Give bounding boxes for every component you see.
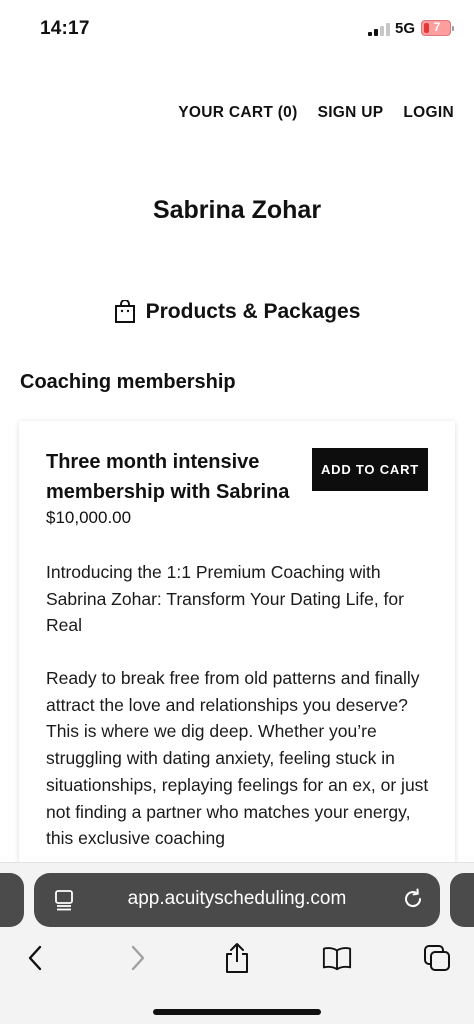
home-indicator[interactable] bbox=[153, 1009, 321, 1015]
category-title: Coaching membership bbox=[20, 371, 236, 393]
browser-chrome: app.acuityscheduling.com bbox=[0, 862, 474, 1024]
network-type: 5G bbox=[395, 20, 416, 37]
section-title: Products & Packages bbox=[145, 300, 361, 323]
product-card: Three month intensive membership with Sa… bbox=[19, 421, 455, 881]
product-price: $10,000.00 bbox=[46, 508, 132, 527]
shopping-bag-icon bbox=[114, 300, 135, 323]
back-icon bbox=[28, 945, 42, 971]
previous-tab-peek[interactable] bbox=[0, 873, 24, 927]
login-link[interactable]: LOGIN bbox=[403, 104, 454, 122]
bookmarks-icon bbox=[322, 947, 352, 971]
sign-up-link[interactable]: SIGN UP bbox=[318, 104, 384, 122]
forward-button[interactable] bbox=[123, 943, 153, 973]
bookmarks-button[interactable] bbox=[322, 943, 352, 973]
product-description-intro: Introducing the 1:1 Premium Coaching wit… bbox=[46, 562, 404, 636]
back-button[interactable] bbox=[20, 943, 50, 973]
share-icon bbox=[226, 943, 248, 973]
your-cart-link[interactable]: YOUR CART (0) bbox=[178, 104, 297, 122]
reload-icon[interactable] bbox=[402, 888, 424, 910]
browser-toolbar bbox=[0, 943, 474, 979]
share-button[interactable] bbox=[222, 943, 252, 973]
battery-level: 7 bbox=[433, 20, 441, 34]
product-title: Three month intensive membership with Sa… bbox=[46, 451, 290, 503]
cellular-signal-icon bbox=[368, 23, 390, 36]
status-bar: 14:17 5G 7 bbox=[0, 0, 474, 56]
top-nav: YOUR CART (0) SIGN UP LOGIN bbox=[178, 104, 454, 122]
url-text[interactable]: app.acuityscheduling.com bbox=[34, 888, 440, 910]
forward-icon bbox=[131, 945, 145, 971]
tabs-icon bbox=[424, 945, 450, 971]
business-name: Sabrina Zohar bbox=[152, 196, 322, 224]
address-bar[interactable]: app.acuityscheduling.com bbox=[34, 873, 440, 927]
add-to-cart-button[interactable]: ADD TO CART bbox=[312, 448, 428, 491]
tabs-button[interactable] bbox=[422, 943, 452, 973]
section-heading: Products & Packages bbox=[0, 300, 474, 324]
product-description-body: Ready to break free from old patterns an… bbox=[46, 668, 429, 849]
battery-icon: 7 bbox=[421, 20, 454, 36]
next-tab-peek[interactable] bbox=[450, 873, 474, 927]
status-time: 14:17 bbox=[40, 18, 90, 39]
